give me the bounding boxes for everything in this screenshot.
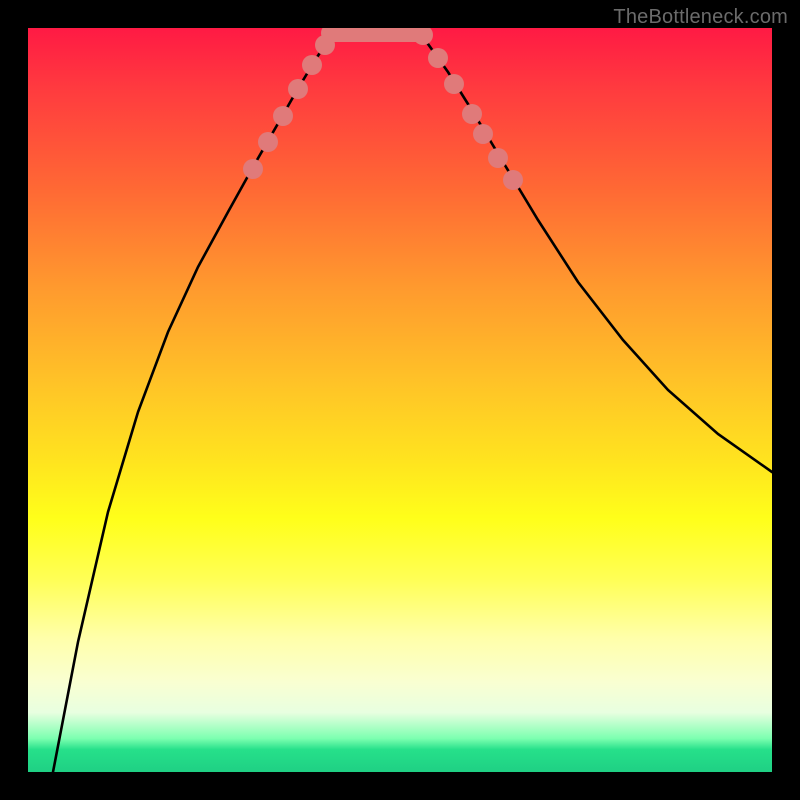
- data-point: [302, 55, 322, 75]
- data-point: [315, 35, 335, 55]
- bottleneck-curve: [53, 28, 772, 772]
- data-point: [243, 159, 263, 179]
- watermark-text: TheBottleneck.com: [613, 6, 788, 29]
- chart-plot-area: [28, 28, 772, 772]
- chart-svg: [28, 28, 772, 772]
- data-point: [273, 106, 293, 126]
- data-point: [503, 170, 523, 190]
- data-point: [288, 79, 308, 99]
- data-point: [473, 124, 493, 144]
- data-point: [444, 74, 464, 94]
- data-point: [488, 148, 508, 168]
- data-point: [428, 48, 448, 68]
- data-point: [258, 132, 278, 152]
- data-point: [462, 104, 482, 124]
- data-point: [413, 28, 433, 45]
